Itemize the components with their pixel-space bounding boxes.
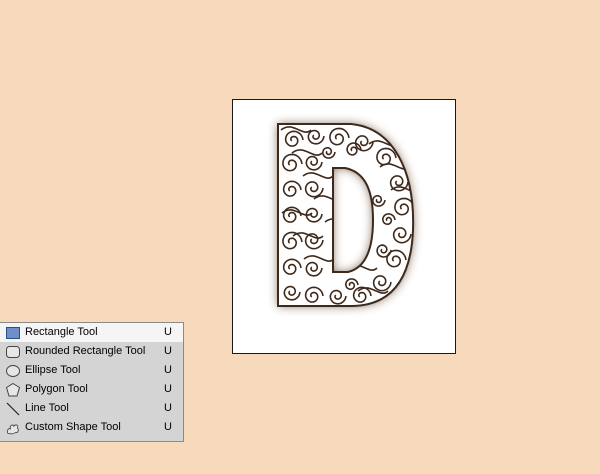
menu-item-label: Custom Shape Tool — [25, 421, 121, 433]
ornamental-letter-d-artwork — [277, 123, 415, 307]
menu-item-shortcut: U — [164, 326, 172, 338]
menu-item-line-tool[interactable]: Line Tool U — [0, 399, 183, 418]
menu-item-label: Line Tool — [25, 402, 69, 414]
menu-item-shortcut: U — [164, 421, 172, 433]
rounded-rectangle-icon — [6, 345, 20, 359]
menu-item-shortcut: U — [164, 402, 172, 414]
menu-item-rectangle-tool[interactable]: Rectangle Tool U — [0, 323, 183, 342]
menu-item-shortcut: U — [164, 345, 172, 357]
rectangle-icon — [6, 326, 20, 340]
menu-item-shortcut: U — [164, 383, 172, 395]
polygon-icon — [6, 382, 20, 397]
line-icon — [6, 402, 20, 416]
menu-item-label: Ellipse Tool — [25, 364, 81, 376]
ellipse-icon — [6, 364, 20, 378]
menu-item-rounded-rectangle-tool[interactable]: Rounded Rectangle Tool U — [0, 342, 183, 361]
menu-item-polygon-tool[interactable]: Polygon Tool U — [0, 380, 183, 399]
document-canvas[interactable] — [232, 99, 456, 354]
menu-item-custom-shape-tool[interactable]: Custom Shape Tool U — [0, 418, 183, 437]
menu-item-label: Polygon Tool — [25, 383, 88, 395]
menu-item-label: Rectangle Tool — [25, 326, 98, 338]
menu-item-ellipse-tool[interactable]: Ellipse Tool U — [0, 361, 183, 380]
menu-item-label: Rounded Rectangle Tool — [25, 345, 146, 357]
shape-tool-flyout-menu: Rectangle Tool U Rounded Rectangle Tool U El… — [0, 322, 184, 442]
custom-shape-icon — [6, 421, 20, 435]
menu-item-shortcut: U — [164, 364, 172, 376]
